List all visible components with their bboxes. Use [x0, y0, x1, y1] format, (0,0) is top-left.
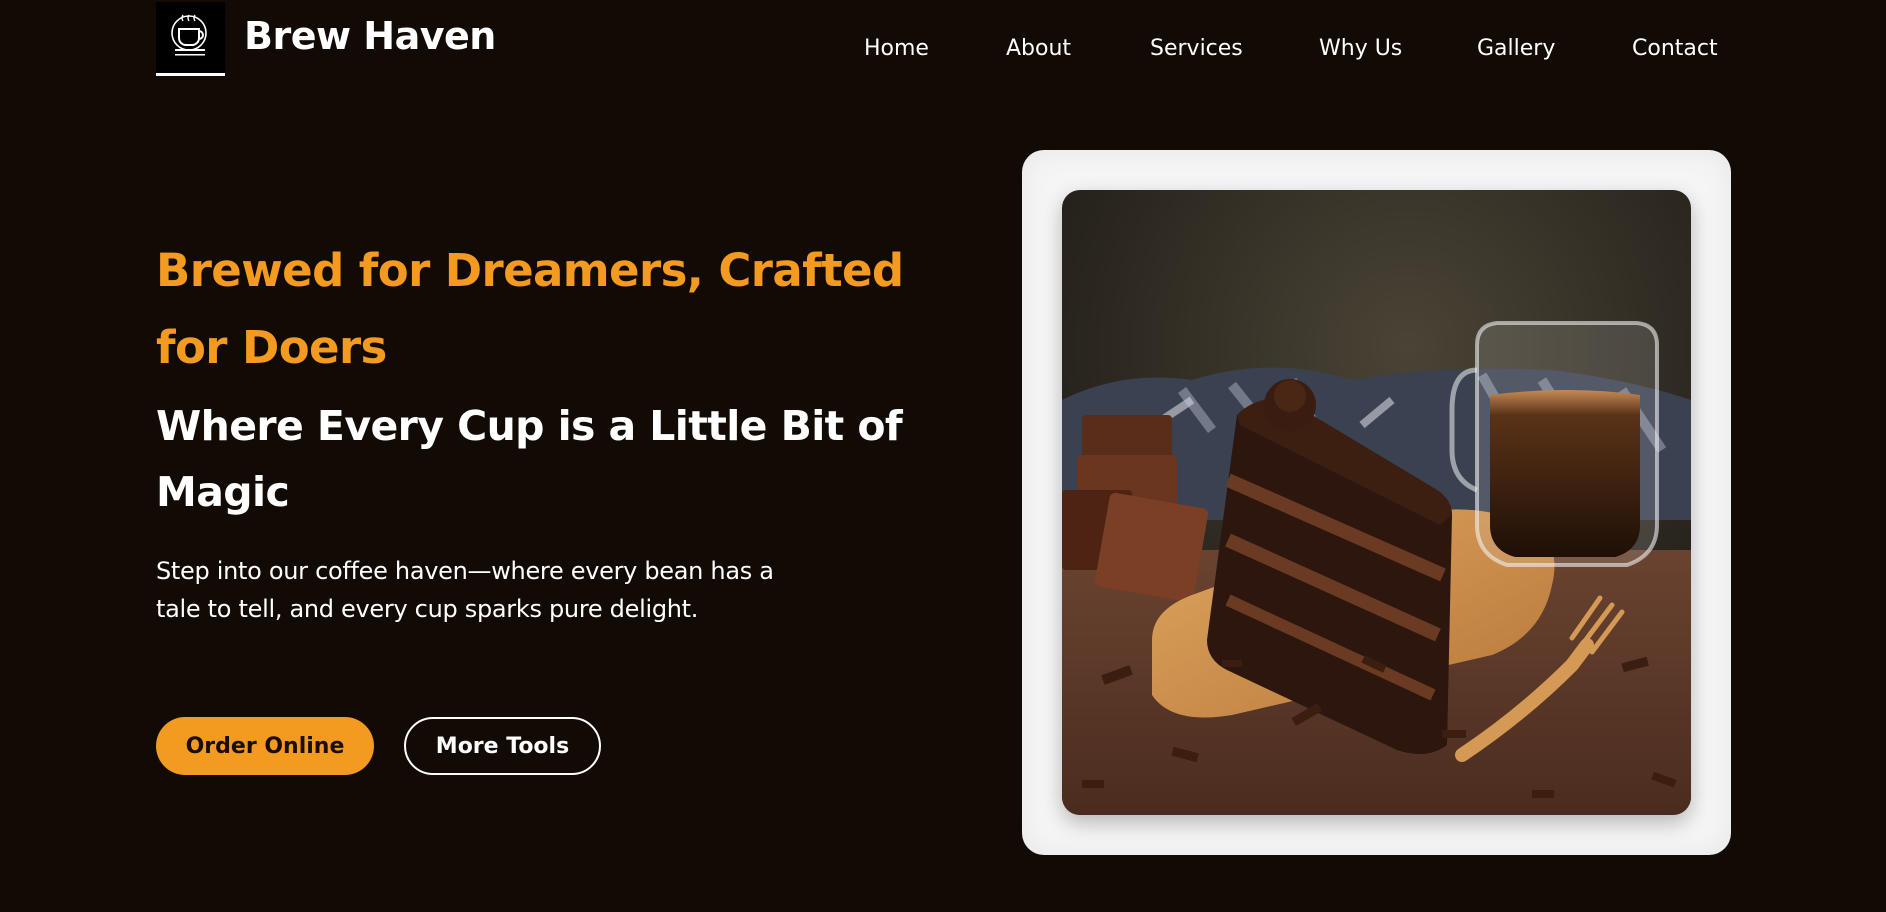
chocolate-cake-photo: [1062, 190, 1691, 815]
nav-gallery[interactable]: Gallery: [1477, 36, 1555, 61]
nav-contact[interactable]: Contact: [1632, 36, 1718, 61]
nav-services[interactable]: Services: [1150, 36, 1243, 61]
site-header: Brew Haven Home About Services Why Us Ga…: [0, 0, 1886, 100]
hero-description: Step into our coffee haven—where every b…: [156, 557, 774, 623]
nav-why-us[interactable]: Why Us: [1319, 36, 1402, 61]
hero-title: Brewed for Dreamers, Crafted for Doers: [156, 244, 904, 374]
hero-image-card: [1022, 150, 1731, 855]
more-tools-button[interactable]: More Tools: [404, 717, 601, 775]
nav-about[interactable]: About: [1006, 36, 1071, 61]
order-online-button[interactable]: Order Online: [156, 717, 374, 775]
main-nav: Home About Services Why Us Gallery Conta…: [0, 36, 1886, 66]
hero-subtitle: Where Every Cup is a Little Bit of Magic: [156, 402, 903, 516]
nav-home[interactable]: Home: [864, 36, 929, 61]
